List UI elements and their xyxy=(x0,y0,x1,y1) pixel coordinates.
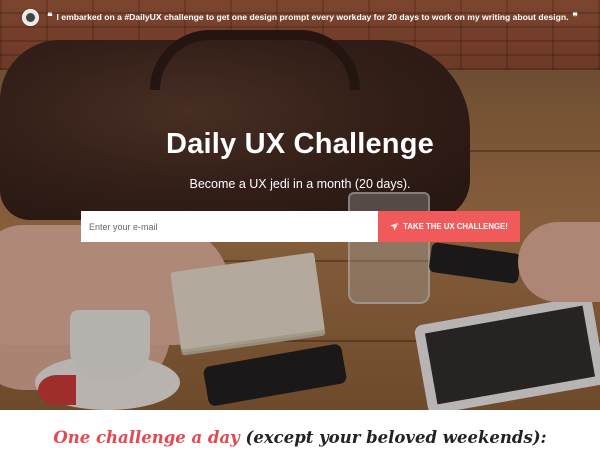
page-subtitle: Become a UX jedi in a month (20 days). xyxy=(189,177,411,191)
tagline-rest: (except your beloved weekends): xyxy=(239,428,547,447)
email-field[interactable] xyxy=(81,211,378,242)
avatar-figure-icon xyxy=(26,12,36,22)
take-challenge-label: TAKE THE UX CHALLENGE! xyxy=(403,222,508,231)
tagline-accent: One challenge a day xyxy=(53,428,240,447)
quote-text: I embarked on a #DailyUX challenge to ge… xyxy=(56,12,569,22)
paper-plane-icon xyxy=(390,222,399,231)
take-challenge-button[interactable]: TAKE THE UX CHALLENGE! xyxy=(378,211,520,242)
quote-bar: ❝ I embarked on a #DailyUX challenge to … xyxy=(0,6,600,28)
author-avatar[interactable] xyxy=(22,8,40,26)
challenge-tagline: One challenge a day (except your beloved… xyxy=(0,428,600,447)
hero-section: ❝ I embarked on a #DailyUX challenge to … xyxy=(0,0,600,410)
page-title: Daily UX Challenge xyxy=(166,128,434,160)
signup-form: TAKE THE UX CHALLENGE! xyxy=(81,211,520,242)
quote-close-icon: ❞ xyxy=(572,11,578,23)
hero-overlay xyxy=(0,0,600,410)
quote-open-icon: ❝ xyxy=(47,11,53,23)
